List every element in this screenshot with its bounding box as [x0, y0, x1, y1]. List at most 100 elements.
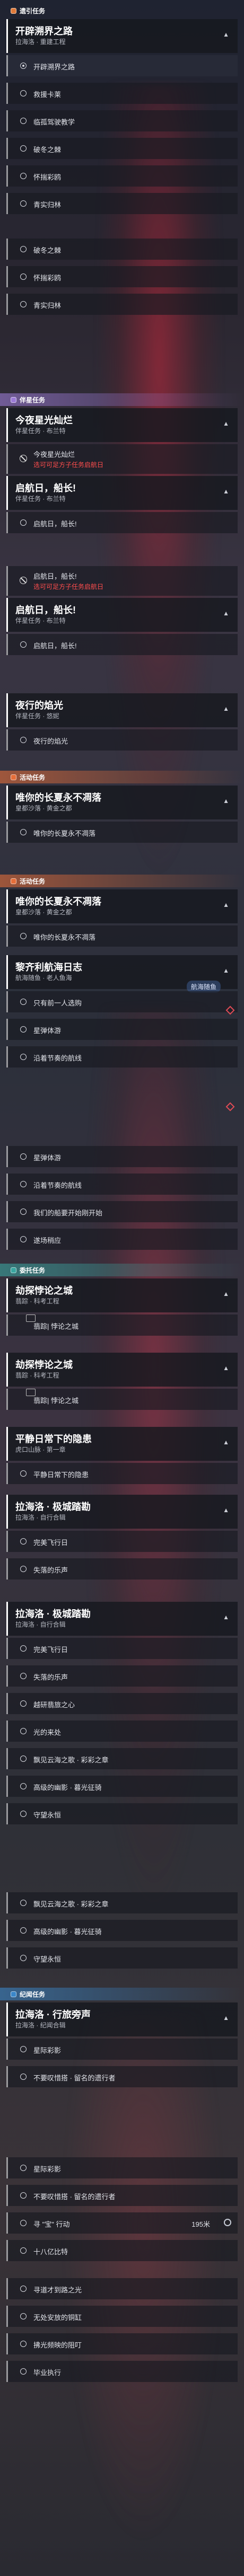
- objective-item[interactable]: 翡踪| 悖论之城: [6, 1315, 238, 1336]
- chevron-up-icon[interactable]: ▲: [223, 705, 229, 712]
- objective-item[interactable]: 十八亿比特: [6, 2240, 238, 2261]
- locked-objective[interactable]: 今夜星光灿烂 选可可足方子任务启航日: [6, 444, 238, 474]
- objective-item[interactable]: 光的来处: [6, 1721, 238, 1742]
- objective-text: 救援卡莱: [33, 91, 62, 99]
- objective-item[interactable]: 无处安放的铜缸: [6, 2306, 238, 2327]
- objective-item[interactable]: 飘见云海之歌 · 彩彩之章: [6, 1748, 238, 1769]
- objective-item[interactable]: 毕业执行: [6, 2361, 238, 2382]
- objective-item[interactable]: 越研翡旅之心: [6, 1693, 238, 1714]
- objective-item[interactable]: 怀揣彩鸥: [6, 165, 238, 187]
- objective-item[interactable]: 寻道才到路之光: [6, 2278, 238, 2299]
- objective-item[interactable]: 青实归林: [6, 294, 238, 315]
- objective-item[interactable]: 启航日，船长!: [6, 512, 238, 533]
- quest-card[interactable]: 启航日，船长! 伴星任务 · 布兰特 ▲: [6, 476, 238, 510]
- objective-item[interactable]: 平静日常下的隐患: [6, 1463, 238, 1484]
- objective-item[interactable]: 破冬之棘: [6, 138, 238, 159]
- objective-text: 失落的乐声: [33, 1673, 68, 1681]
- objective-item[interactable]: 拂光频映的阻叮: [6, 2333, 238, 2354]
- objective-item[interactable]: 夜行的焰光: [6, 729, 238, 751]
- objective-item[interactable]: 唯你的长夏永不凋落: [6, 822, 238, 843]
- objective-item[interactable]: 破冬之棘: [6, 239, 238, 260]
- objective-item[interactable]: 飘见云海之歌 · 彩彩之章: [6, 1892, 238, 1913]
- chevron-up-icon[interactable]: ▲: [223, 1364, 229, 1372]
- chevron-up-icon[interactable]: ▲: [223, 797, 229, 805]
- section-header-story: 遗引任务: [0, 4, 244, 17]
- quest-card[interactable]: 启航日，船长! 伴星任务 · 布兰特 ▲: [6, 598, 238, 632]
- objective-item[interactable]: 沿着节奏的航线: [6, 1046, 238, 1068]
- quest-card[interactable]: 劫探悖论之城 翡踪 · 科考工程 ▲: [6, 1278, 238, 1312]
- objective-item[interactable]: 高级的幽影 · 暮光征骑: [6, 1920, 238, 1941]
- chevron-up-icon[interactable]: ▲: [223, 420, 229, 427]
- objective-item[interactable]: 失落的乐声: [6, 1665, 238, 1687]
- objective-marker-icon: [20, 2192, 27, 2199]
- objective-item[interactable]: 寻 "宝" 行动 195米: [6, 2212, 238, 2234]
- objective-marker-icon: [20, 1208, 27, 1215]
- objective-text: 临孤驾驶教学: [33, 118, 75, 126]
- objective-item[interactable]: 星际彩影: [6, 2039, 238, 2060]
- chevron-up-icon[interactable]: ▲: [223, 31, 229, 38]
- quest-card[interactable]: 今夜星光灿烂 伴星任务 · 布兰特 ▲: [6, 408, 238, 442]
- objective-item[interactable]: 守望永恒: [6, 1803, 238, 1824]
- objective-item[interactable]: 完美飞行日: [6, 1638, 238, 1659]
- objective-item[interactable]: 青实归林: [6, 193, 238, 214]
- quest-card[interactable]: 唯你的长夏永不凋落 皇都沙落 · 黄金之都 ▲: [6, 786, 238, 819]
- quest-card[interactable]: 拉海洛 · 行旅旁声 拉海洛 · 纪闻合辑 ▲: [6, 2002, 238, 2036]
- objective-item[interactable]: 不要叹惜搭 · 留名的遗行者: [6, 2066, 238, 2087]
- locked-objective[interactable]: 启航日，船长! 选可可足方子任务启航日: [6, 566, 238, 596]
- objective-item[interactable]: 启航日，船长!: [6, 634, 238, 655]
- quest-list: 遗引任务 开辟溯界之路 拉海洛 · 重建工程 ▲ 开辟溯界之路 救援卡莱 临孤驾…: [0, 0, 244, 2576]
- objective-item[interactable]: 唯你的长夏永不凋落: [6, 925, 238, 947]
- chevron-up-icon[interactable]: ▲: [223, 901, 229, 908]
- chevron-up-icon[interactable]: ▲: [223, 2014, 229, 2022]
- objective-item[interactable]: 失落的乐声: [6, 1558, 238, 1580]
- objective-item[interactable]: 遂场稍应: [6, 1229, 238, 1250]
- section-label: 伴星任务: [20, 396, 46, 404]
- objective-item[interactable]: 星弹体游: [6, 1019, 238, 1040]
- objective-item[interactable]: 完美飞行日: [6, 1531, 238, 1552]
- section-header-event-2: 活动任务: [0, 875, 244, 887]
- objective-item[interactable]: 不要叹惜搭 · 留名的遗行者: [6, 2185, 238, 2206]
- quest-subtitle: 伴星任务 · 布兰特: [15, 495, 66, 502]
- objective-text: 只有前一人选购: [33, 999, 82, 1007]
- chevron-up-icon[interactable]: ▲: [223, 1613, 229, 1621]
- objective-text: 启航日，船长!: [33, 642, 77, 650]
- objective-item[interactable]: 怀揣彩鸥: [6, 266, 238, 287]
- section-header-chronicle: 纪闻任务: [0, 1988, 244, 2000]
- chevron-up-icon[interactable]: ▲: [223, 488, 229, 495]
- objective-item[interactable]: 翡踪| 悖论之城: [6, 1389, 238, 1410]
- objective-text: 高级的幽影 · 暮光征骑: [33, 1928, 102, 1936]
- map-marker-icon[interactable]: [225, 1102, 235, 1111]
- objective-item[interactable]: 沿着节奏的航线: [6, 1174, 238, 1195]
- objective-item[interactable]: 临孤驾驶教学: [6, 110, 238, 131]
- objective-item[interactable]: 星际彩影: [6, 2157, 238, 2178]
- objective-marker-icon: [20, 1026, 27, 1033]
- objective-item[interactable]: 高级的幽影 · 暮光征骑: [6, 1776, 238, 1797]
- quest-card[interactable]: 夜行的焰光 伴星任务 · 悠妮 ▲: [6, 693, 238, 727]
- section-header-event: 活动任务: [0, 771, 244, 783]
- chevron-up-icon[interactable]: ▲: [223, 1290, 229, 1298]
- objective-text: 沿着节奏的航线: [33, 1054, 82, 1062]
- quest-card[interactable]: 平静日常下的隐患 虎口山脉 · 第一章 ▲: [6, 1427, 238, 1461]
- objective-marker-icon: [20, 2313, 27, 2319]
- distance-label: 195米: [191, 2220, 210, 2228]
- quest-subtitle: 拉海洛 · 纪闻合辑: [15, 2022, 66, 2029]
- objective-item[interactable]: 只有前一人选购: [6, 991, 238, 1012]
- objective-item[interactable]: 我们的船要开始刚开始: [6, 1201, 238, 1222]
- location-pin-icon[interactable]: [224, 2219, 231, 2226]
- objective-text: 星际彩影: [33, 2046, 62, 2054]
- quest-card[interactable]: 拉海洛 · 极城踏勘 拉海洛 · 自行合辑 ▲: [6, 1495, 238, 1529]
- objective-item[interactable]: 守望永恒: [6, 1947, 238, 1969]
- quest-card[interactable]: 开辟溯界之路 拉海洛 · 重建工程 ▲: [6, 19, 238, 53]
- objective-text: 破冬之棘: [33, 146, 62, 154]
- quest-card[interactable]: 劫探悖论之城 翡踪 · 科考工程 ▲: [6, 1353, 238, 1387]
- chevron-up-icon[interactable]: ▲: [223, 1506, 229, 1514]
- objective-item[interactable]: 救援卡莱: [6, 83, 238, 104]
- quest-card[interactable]: 唯你的长夏永不凋落 皇都沙落 · 黄金之都 ▲: [6, 889, 238, 923]
- chevron-up-icon[interactable]: ▲: [223, 967, 229, 974]
- objective-item[interactable]: 星弹体游: [6, 1146, 238, 1167]
- objective-marker-icon: [20, 2046, 27, 2052]
- objective-item[interactable]: 开辟溯界之路: [6, 55, 238, 76]
- chevron-up-icon[interactable]: ▲: [223, 1439, 229, 1446]
- chevron-up-icon[interactable]: ▲: [223, 610, 229, 617]
- quest-card[interactable]: 拉海洛 · 极城踏勘 拉海洛 · 自行合辑 ▲: [6, 1602, 238, 1636]
